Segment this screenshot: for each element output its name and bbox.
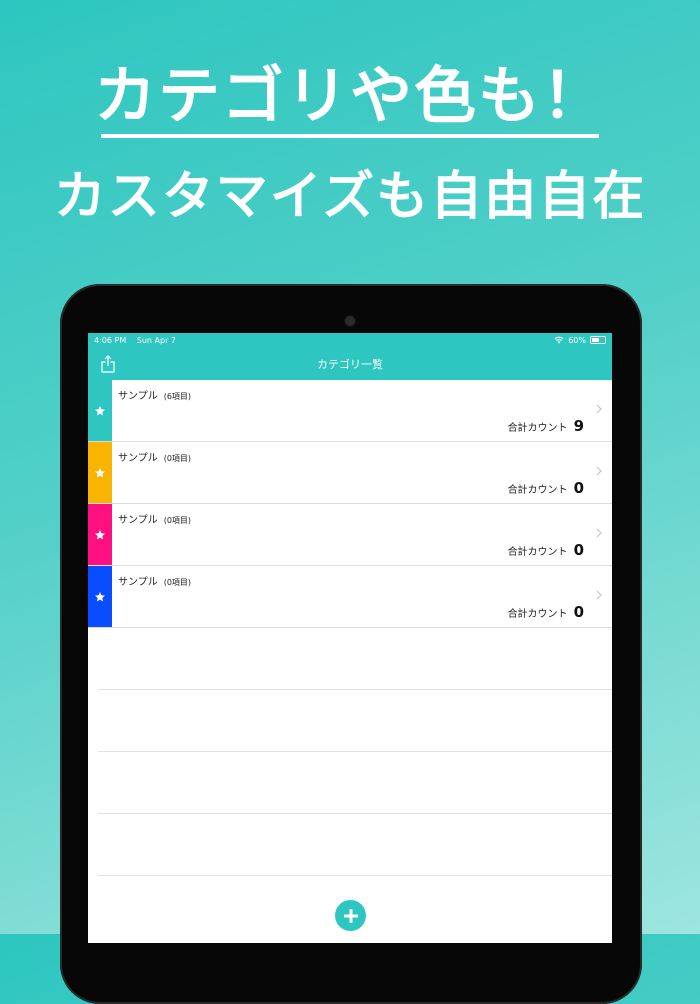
nav-title: カテゴリ一覧 (317, 357, 383, 371)
category-item-count: (0項目) (163, 454, 192, 463)
app-screen: 4:06 PM Sun Apr 7 60% カテゴリ一覧 サンプル (6項目) … (88, 333, 612, 943)
category-color-strip (88, 566, 112, 627)
category-name: サンプル (118, 577, 158, 588)
empty-row (98, 690, 612, 752)
category-row[interactable]: サンプル (0項目) 合計カウント 0 (88, 504, 612, 566)
total-count-value: 0 (573, 603, 584, 621)
category-name: サンプル (118, 453, 158, 464)
category-item-count: (0項目) (163, 516, 192, 525)
empty-row (98, 814, 612, 876)
category-color-strip (88, 380, 112, 441)
chevron-right-icon (596, 590, 602, 600)
category-row[interactable]: サンプル (6項目) 合計カウント 9 (88, 380, 612, 442)
share-icon[interactable] (100, 355, 116, 373)
battery-percent: 60% (568, 335, 586, 345)
category-list: サンプル (6項目) 合計カウント 9 サンプル (0項目) 合計カウント 0 (88, 380, 612, 876)
total-count-value: 9 (573, 417, 584, 435)
category-row[interactable]: サンプル (0項目) 合計カウント 0 (88, 442, 612, 504)
status-bar: 4:06 PM Sun Apr 7 60% (88, 333, 612, 347)
empty-row (98, 752, 612, 814)
total-count-value: 0 (573, 541, 584, 559)
chevron-right-icon (596, 404, 602, 414)
category-row[interactable]: サンプル (0項目) 合計カウント 0 (88, 566, 612, 628)
status-time: 4:06 PM (94, 335, 127, 345)
headline-primary: カテゴリや色も！ (93, 59, 606, 132)
empty-row (98, 628, 612, 690)
star-icon (95, 529, 105, 539)
status-date: Sun Apr 7 (136, 335, 177, 345)
star-icon (95, 467, 105, 477)
headline-underline (101, 134, 599, 138)
wifi-icon (554, 336, 564, 344)
category-name: サンプル (118, 515, 158, 526)
category-name: サンプル (118, 391, 158, 402)
star-icon (95, 405, 105, 415)
category-color-strip (88, 442, 112, 503)
chevron-right-icon (596, 466, 602, 476)
category-color-strip (88, 504, 112, 565)
total-count-label: 合計カウント (507, 547, 568, 558)
category-item-count: (6項目) (163, 392, 192, 401)
plus-circle-icon (343, 908, 358, 923)
add-category-button[interactable] (335, 900, 366, 931)
total-count-label: 合計カウント (507, 485, 568, 496)
chevron-right-icon (596, 528, 602, 538)
total-count-label: 合計カウント (507, 609, 568, 620)
headline-secondary: カスタマイズも自由自在 (53, 167, 647, 227)
star-icon (95, 591, 105, 601)
tablet-frame: 4:06 PM Sun Apr 7 60% カテゴリ一覧 サンプル (6項目) … (60, 284, 642, 1004)
total-count-label: 合計カウント (507, 423, 568, 434)
battery-icon (590, 336, 606, 344)
nav-bar: カテゴリ一覧 (88, 347, 612, 380)
camera-dot (345, 316, 355, 326)
category-item-count: (0項目) (163, 578, 192, 587)
battery-level (592, 338, 600, 342)
total-count-value: 0 (573, 479, 584, 497)
